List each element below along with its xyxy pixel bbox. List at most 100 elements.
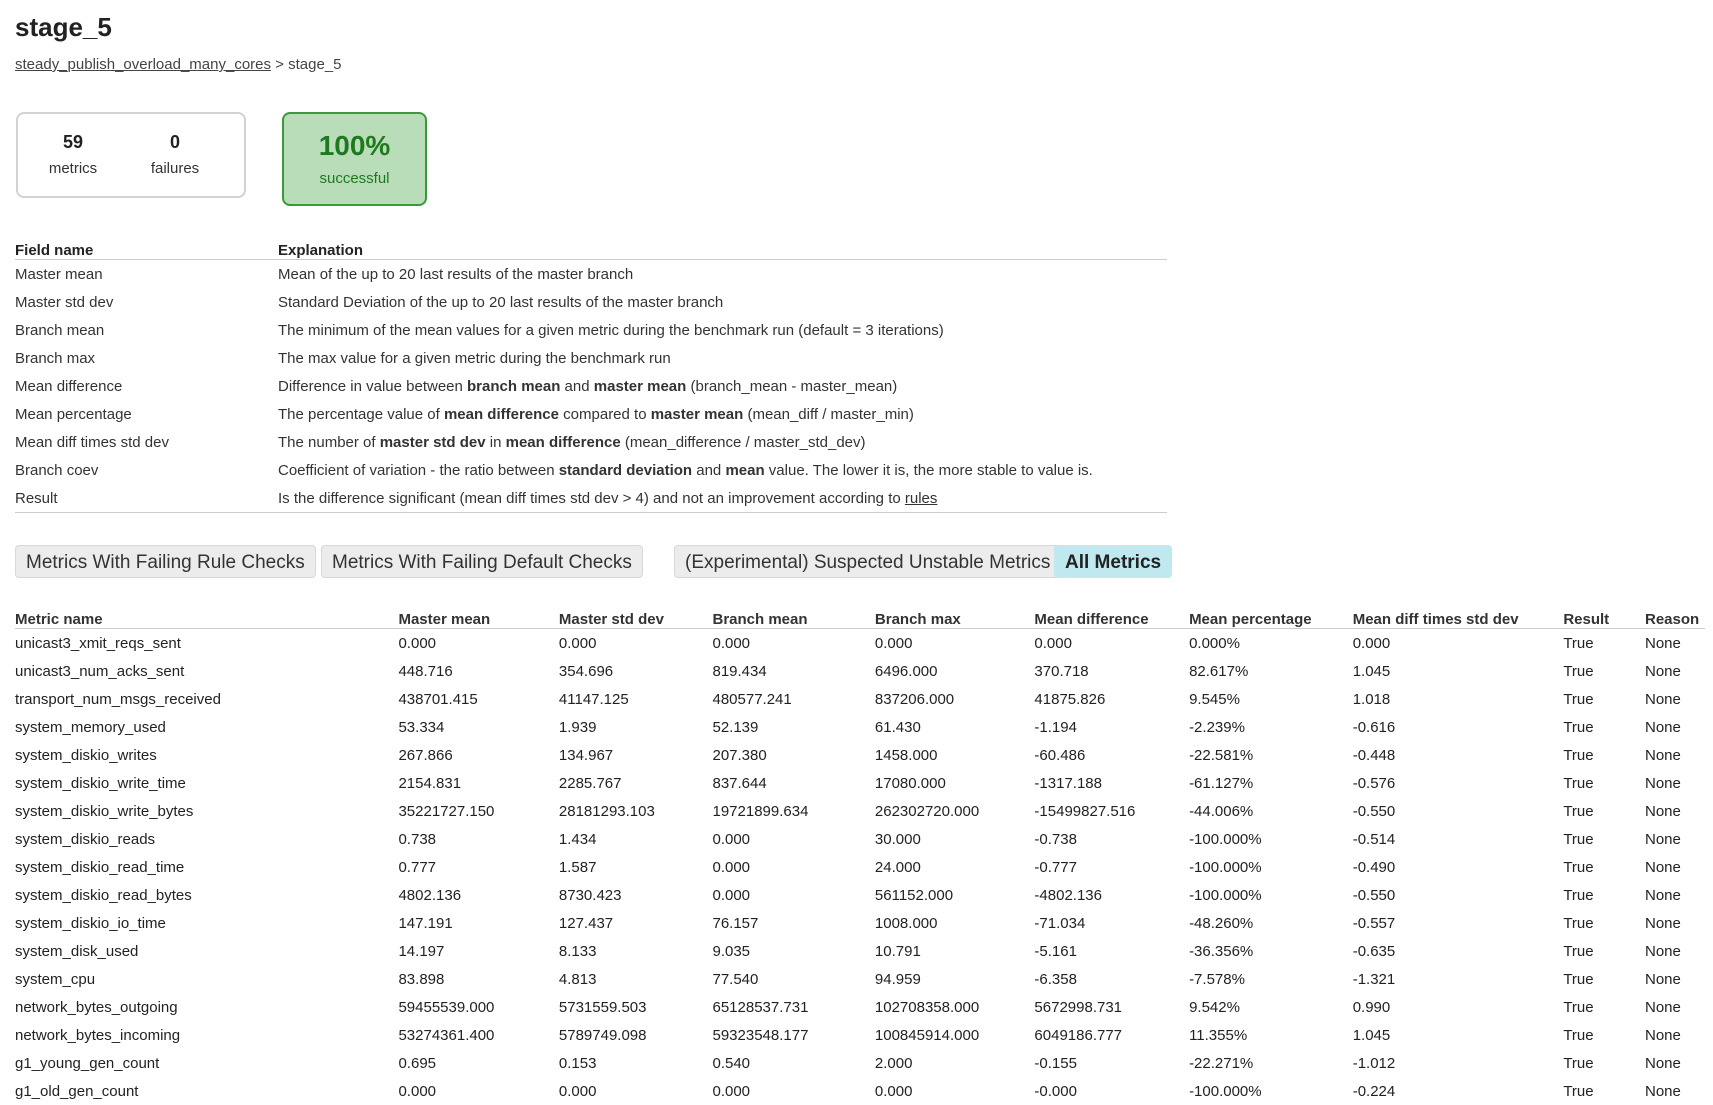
table-cell: 0.000% bbox=[1189, 634, 1240, 652]
table-cell: 0.000 bbox=[874, 1082, 913, 1100]
table-row: system_cpu 83.898 4.813 77.540 94.959 -6.358 -… bbox=[15, 965, 1705, 993]
metric-name-cell: g1_young_gen_count bbox=[15, 1054, 160, 1072]
table-cell: True bbox=[1563, 970, 1594, 988]
metric-name-cell: system_cpu bbox=[15, 970, 96, 988]
table-cell: 0.000 bbox=[712, 886, 751, 904]
explanation-field-name: Branch coev bbox=[15, 461, 99, 479]
explanation-text: The percentage value of mean difference … bbox=[278, 400, 1167, 428]
explanation-text: Coefficient of variation - the ratio bet… bbox=[278, 456, 1167, 484]
table-cell: None bbox=[1645, 858, 1681, 876]
column-header[interactable]: Branch max bbox=[874, 604, 1035, 629]
table-cell: -36.356% bbox=[1189, 942, 1254, 960]
table-cell: -0.557 bbox=[1352, 914, 1396, 932]
explanation-field-name: Master mean bbox=[15, 265, 103, 283]
explanation-text-part: and bbox=[692, 461, 726, 479]
tab-metrics-with-failing-rule-checks[interactable]: Metrics With Failing Rule Checks bbox=[15, 545, 316, 578]
column-header[interactable]: Branch mean bbox=[712, 604, 875, 629]
table-cell: -0.738 bbox=[1034, 830, 1077, 848]
table-cell: -2.239% bbox=[1189, 718, 1245, 736]
table-cell: -0.550 bbox=[1352, 802, 1396, 820]
column-header[interactable]: Master std dev bbox=[558, 604, 713, 629]
table-cell: 24.000 bbox=[874, 858, 921, 876]
table-cell: 9.542% bbox=[1189, 998, 1240, 1016]
table-cell: 30.000 bbox=[874, 830, 921, 848]
metric-name-cell: system_memory_used bbox=[15, 718, 166, 736]
table-cell: 17080.000 bbox=[874, 774, 946, 792]
explanation-bold-term: master mean bbox=[593, 377, 687, 395]
table-cell: 41875.826 bbox=[1034, 690, 1106, 708]
column-header[interactable]: Metric name bbox=[15, 604, 399, 629]
explanation-row: Master std dev Standard Deviation of the … bbox=[15, 288, 1167, 316]
column-header[interactable]: Master mean bbox=[398, 604, 559, 629]
explanation-text: Mean of the up to 20 last results of the… bbox=[278, 260, 1167, 289]
table-cell: None bbox=[1645, 774, 1681, 792]
failures-label: failures bbox=[150, 160, 200, 177]
tab-metrics-with-failing-default-checks[interactable]: Metrics With Failing Default Checks bbox=[321, 545, 643, 578]
table-cell: 19721899.634 bbox=[712, 802, 809, 820]
explanation-text-part: Coefficient of variation - the ratio bet… bbox=[278, 461, 559, 479]
table-row: system_diskio_reads 0.738 1.434 0.000 30.000… bbox=[15, 825, 1705, 853]
metric-name-cell: system_diskio_writes bbox=[15, 746, 157, 764]
table-row: g1_young_gen_count 0.695 0.153 0.540 2.000 -0… bbox=[15, 1049, 1705, 1077]
explanation-text-part: Mean of the up to 20 last results of the… bbox=[278, 265, 634, 283]
metric-name-cell: g1_old_gen_count bbox=[15, 1082, 139, 1100]
table-cell: True bbox=[1563, 662, 1594, 680]
explanation-field-name: Branch max bbox=[15, 349, 96, 367]
explanation-row: Branch mean The minimum of the mean value… bbox=[15, 316, 1167, 344]
table-cell: None bbox=[1645, 886, 1681, 904]
explanation-text-part: Difference in value between bbox=[278, 377, 468, 395]
table-cell: -22.271% bbox=[1189, 1054, 1254, 1072]
table-cell: -1.012 bbox=[1352, 1054, 1396, 1072]
table-cell: 480577.241 bbox=[712, 690, 792, 708]
column-header[interactable]: Mean percentage bbox=[1189, 604, 1353, 629]
table-cell: 8730.423 bbox=[558, 886, 622, 904]
explanation-field-name: Branch mean bbox=[15, 321, 105, 339]
metrics-stat: 59 metrics bbox=[18, 130, 128, 177]
tab-experimental-suspected-unstable-metrics[interactable]: (Experimental) Suspected Unstable Metric… bbox=[674, 545, 1062, 578]
table-cell: -0.490 bbox=[1352, 858, 1396, 876]
table-cell: 83.898 bbox=[398, 970, 445, 988]
table-row: system_diskio_io_time 147.191 127.437 76.15… bbox=[15, 909, 1705, 937]
table-cell: None bbox=[1645, 1082, 1681, 1100]
table-cell: True bbox=[1563, 746, 1594, 764]
table-cell: -0.155 bbox=[1034, 1054, 1077, 1072]
tab-all-metrics[interactable]: All Metrics bbox=[1054, 545, 1173, 578]
breadcrumb-parent-link[interactable]: steady_publish_overload_many_cores bbox=[15, 56, 271, 73]
metric-name-cell: system_diskio_read_bytes bbox=[15, 886, 192, 904]
success-label: successful bbox=[319, 170, 390, 187]
table-row: system_diskio_write_bytes 35221727.150 281… bbox=[15, 797, 1705, 825]
explanation-text: Difference in value between branch mean … bbox=[278, 372, 1167, 400]
explanation-text-part: The max value for a given metric during … bbox=[278, 349, 671, 367]
metric-name-cell: system_diskio_write_time bbox=[15, 774, 186, 792]
table-cell: 0.000 bbox=[712, 858, 751, 876]
table-row: unicast3_num_acks_sent 448.716 354.696 819.… bbox=[15, 657, 1705, 685]
table-cell: True bbox=[1563, 942, 1594, 960]
explanation-row: Branch coev Coefficient of variation - th… bbox=[15, 456, 1167, 484]
table-cell: True bbox=[1563, 774, 1594, 792]
table-cell: -0.550 bbox=[1352, 886, 1396, 904]
column-header[interactable]: Mean diff times std dev bbox=[1352, 604, 1564, 629]
column-header[interactable]: Reason bbox=[1645, 604, 1705, 629]
explanation-row: Master mean Mean of the up to 20 last res… bbox=[15, 260, 1167, 289]
table-cell: None bbox=[1645, 662, 1681, 680]
success-card: 100% successful bbox=[282, 112, 427, 206]
table-cell: 1.045 bbox=[1352, 662, 1391, 680]
table-cell: 52.139 bbox=[712, 718, 759, 736]
table-cell: 134.967 bbox=[558, 746, 614, 764]
table-cell: 0.540 bbox=[712, 1054, 751, 1072]
column-header[interactable]: Result bbox=[1563, 604, 1645, 629]
table-cell: True bbox=[1563, 690, 1594, 708]
table-cell: 82.617% bbox=[1189, 662, 1249, 680]
table-cell: 1.587 bbox=[558, 858, 597, 876]
table-cell: 2.000 bbox=[874, 1054, 913, 1072]
table-cell: -22.581% bbox=[1189, 746, 1254, 764]
rules-link[interactable]: rules bbox=[905, 490, 938, 507]
table-cell: 1.018 bbox=[1352, 690, 1391, 708]
table-row: system_disk_used 14.197 8.133 9.035 10.791 -5… bbox=[15, 937, 1705, 965]
column-header[interactable]: Mean difference bbox=[1034, 604, 1190, 629]
table-cell: 207.380 bbox=[712, 746, 767, 764]
table-cell: 2154.831 bbox=[398, 774, 462, 792]
explanation-text: Is the difference significant (mean diff… bbox=[278, 484, 1167, 513]
metric-name-cell: network_bytes_outgoing bbox=[15, 998, 178, 1016]
table-cell: -0.448 bbox=[1352, 746, 1396, 764]
